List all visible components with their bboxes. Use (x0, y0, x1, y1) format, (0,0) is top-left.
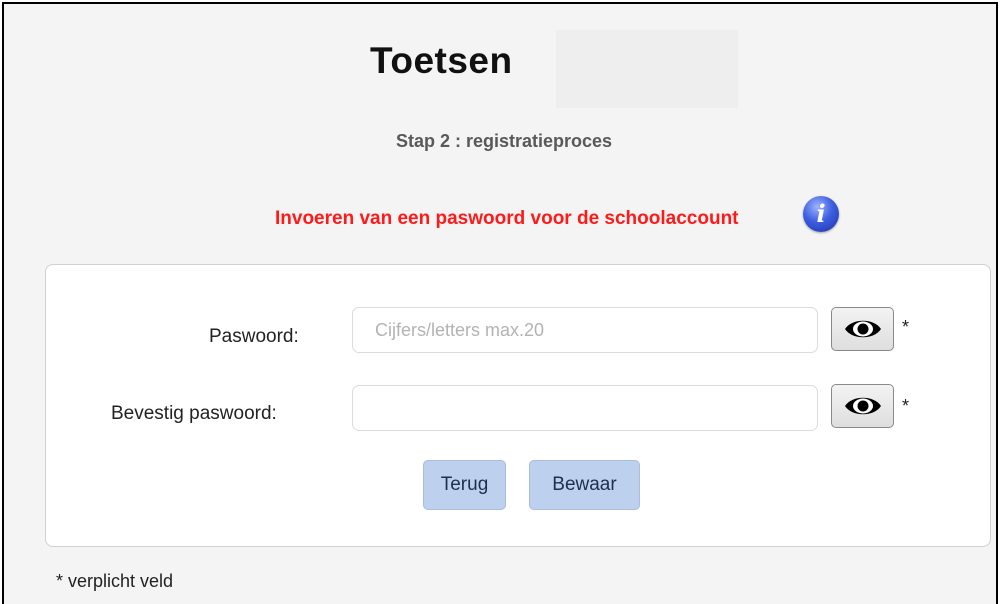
password-label: Paswoord: (209, 326, 299, 347)
password-form-panel: Paswoord: * Bevestig paswoord: * Terug B… (45, 264, 991, 547)
show-password-button[interactable] (831, 307, 894, 351)
page-frame: Toetsen Stap 2 : registratieproces Invoe… (2, 2, 998, 604)
password-input[interactable] (352, 307, 818, 353)
title-background (556, 30, 738, 108)
page-title: Toetsen (370, 40, 513, 81)
confirm-password-input[interactable] (352, 385, 818, 431)
save-button[interactable]: Bewaar (529, 460, 640, 510)
password-required-mark: * (902, 317, 910, 337)
instruction-text: Invoeren van een paswoord voor de school… (275, 208, 739, 229)
show-confirm-password-button[interactable] (831, 384, 894, 428)
step-indicator: Stap 2 : registratieproces (395, 131, 613, 151)
back-button[interactable]: Terug (423, 460, 506, 510)
confirm-password-label: Bevestig paswoord: (111, 403, 277, 424)
eye-icon (844, 397, 881, 415)
eye-icon (844, 320, 881, 338)
required-field-note: * verplicht veld (56, 571, 174, 591)
info-icon[interactable]: i (803, 196, 839, 232)
confirm-password-required-mark: * (902, 396, 910, 416)
